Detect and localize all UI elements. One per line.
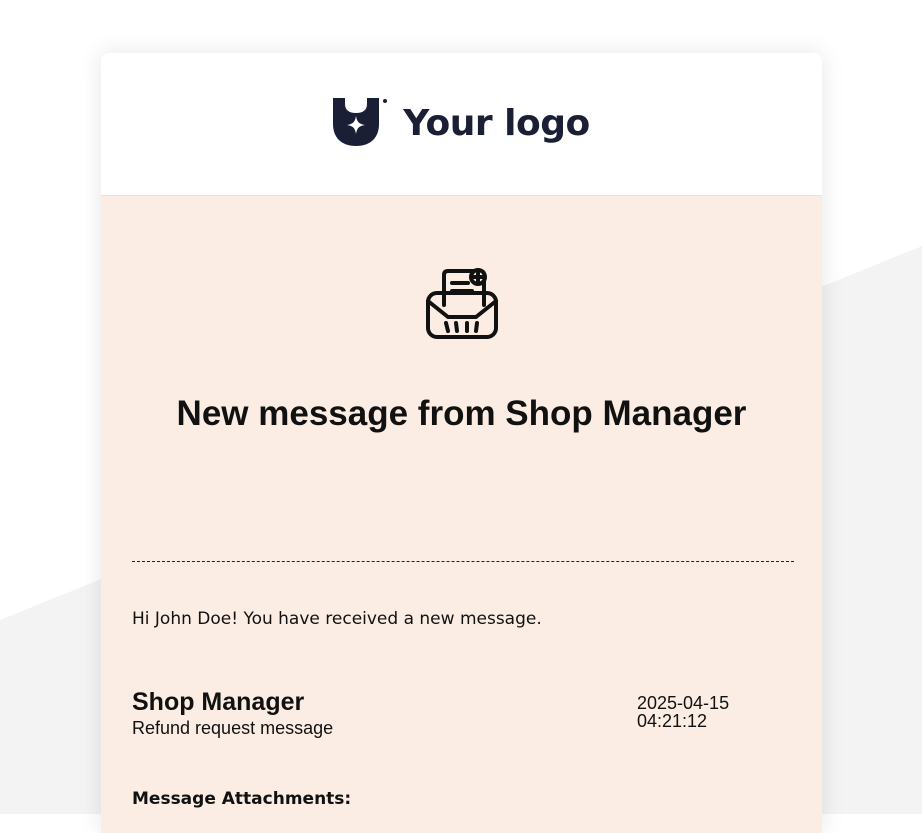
email-body: New message from Shop Manager Hi John Do…: [101, 196, 822, 833]
email-header: Your logo: [101, 53, 822, 196]
message-time: 04:21:12: [637, 711, 708, 731]
message-subject: Refund request message: [132, 718, 334, 738]
divider: [132, 561, 794, 562]
message-date: 2025-04-15: [637, 693, 730, 713]
sender-name: Shop Manager: [132, 688, 305, 716]
attachments-label: Message Attachments:: [132, 789, 352, 809]
logo: Your logo: [333, 98, 590, 150]
message-headline: New message from Shop Manager: [176, 394, 747, 433]
message-timestamp: 2025-04-15 04:21:12: [637, 694, 729, 730]
shield-star-icon: [333, 98, 388, 146]
greeting-text: Hi John Doe! You have received a new mes…: [132, 609, 542, 629]
envelope-letter-icon: [426, 268, 498, 339]
logo-text: Your logo: [403, 103, 590, 144]
email-card: Your logo New message from Shop Manager …: [101, 53, 822, 833]
